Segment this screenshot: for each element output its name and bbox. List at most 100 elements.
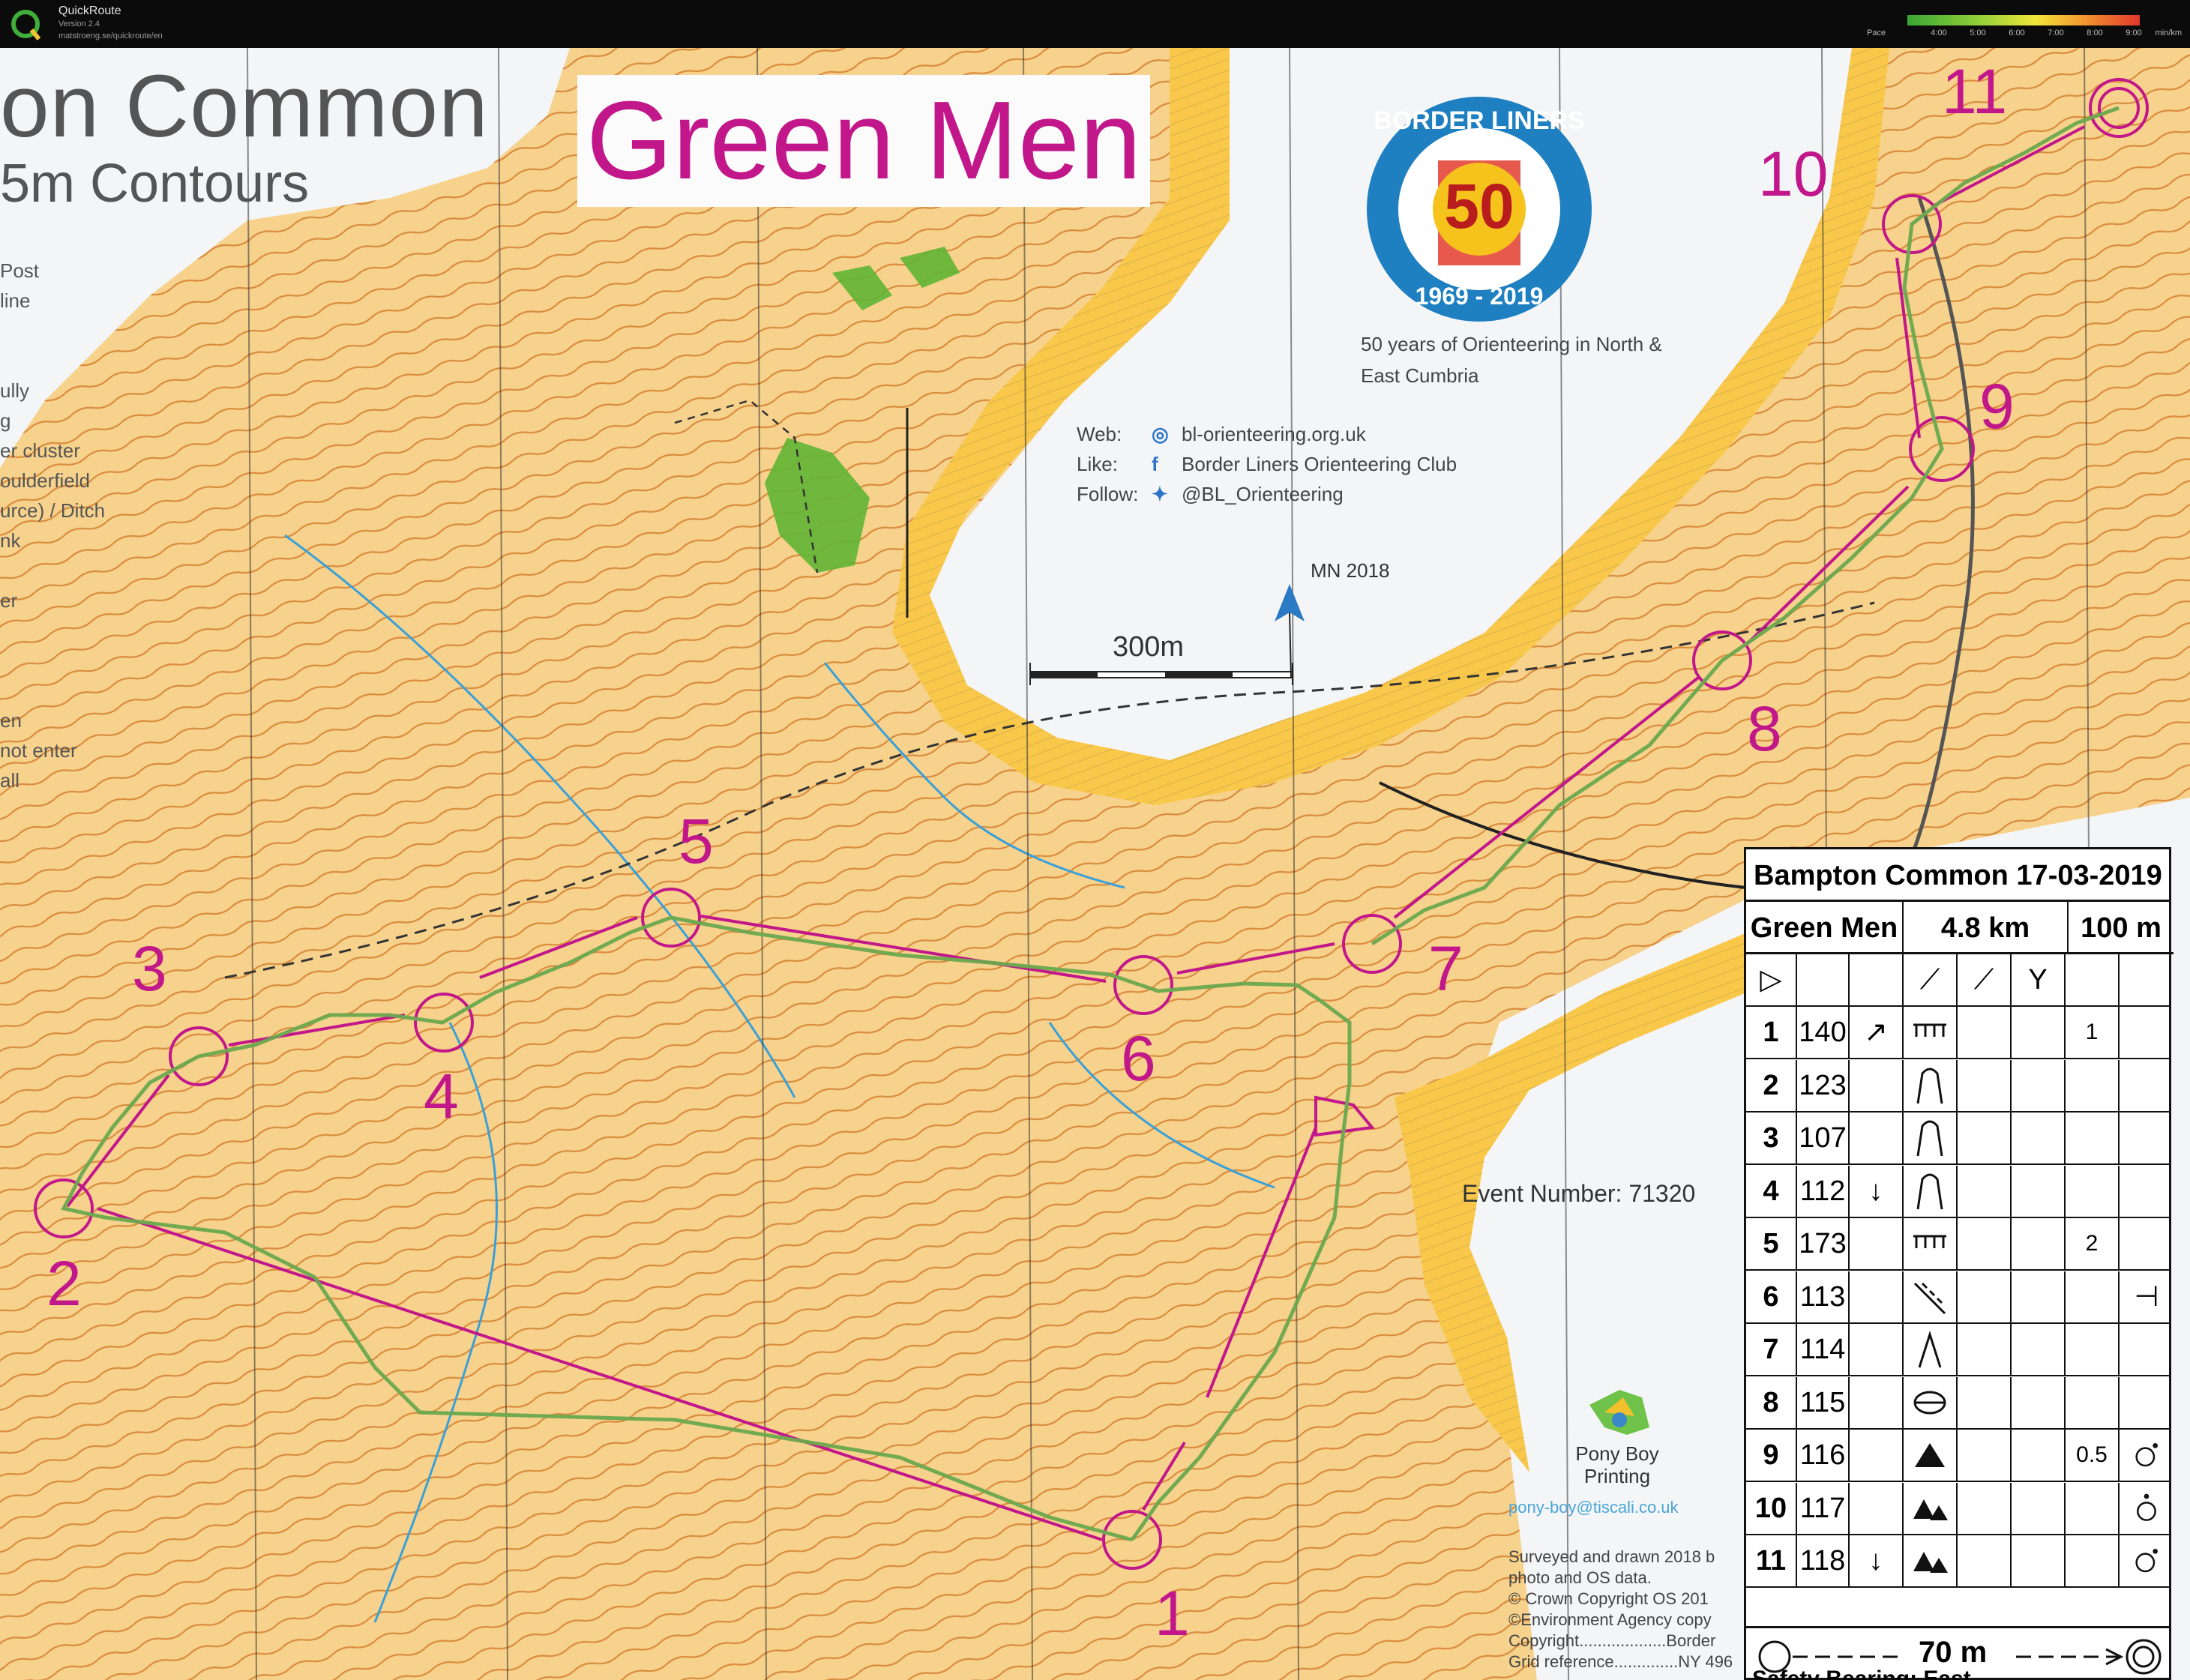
cc-other-info — [2120, 1166, 2174, 1217]
app-url: matstroeng.se/quickroute/en — [58, 31, 163, 40]
cc-start-line-icon: ⟋ — [1958, 954, 2012, 1005]
web-row-value: @BL_Orienteering — [1182, 483, 1344, 505]
cc-other-info — [2120, 1377, 2174, 1428]
cc-control-row: 8 115 — [1746, 1376, 2169, 1430]
pace-tick: 6:00 — [2009, 28, 2025, 37]
cc-c — [1850, 1218, 1904, 1269]
cc-empty-cell — [2012, 1007, 2066, 1058]
spur-icon — [1904, 1113, 1958, 1163]
control-number: 9 — [1979, 371, 2015, 442]
cc-code: 123 — [1797, 1059, 1850, 1111]
cc-start-line-icon: ⟋ — [1904, 954, 1958, 1005]
north-label: MN 2018 — [1311, 559, 1390, 582]
cc-n: 5 — [1746, 1218, 1797, 1269]
control-description-card: Bampton Common 17-03-2019 Green Men 4.8 … — [1744, 847, 2174, 1680]
cc-n: 6 — [1746, 1271, 1797, 1322]
pace-tick: 8:00 — [2087, 28, 2103, 37]
cc-control-row: 9 116 0.5 — [1746, 1430, 2169, 1482]
cc-control-row: 4 112 ↓ — [1746, 1165, 2169, 1218]
survey-line: Surveyed and drawn 2018 b — [1508, 1547, 1715, 1566]
cc-empty-cell — [1958, 1482, 2012, 1534]
printer-email: pony-boy@tiscali.co.uk — [1508, 1498, 1679, 1517]
legend-fragment: urce) / Ditch — [0, 499, 106, 522]
pace-gradient-bar — [1907, 15, 2140, 25]
cc-dim: 1 — [2066, 1007, 2120, 1058]
cc-empty-cell — [1958, 1218, 2012, 1269]
cc-empty-cell — [1958, 1324, 2012, 1375]
web-row: Web: ◎ bl-orienteering.org.uk — [1077, 423, 1366, 446]
cc-empty-cell — [2012, 1324, 2066, 1375]
pace-label: Pace — [1867, 28, 1886, 37]
control-number: 7 — [1428, 933, 1463, 1004]
twitter-icon: ✦ — [1152, 483, 1168, 505]
cc-control-row: 10 117 — [1746, 1482, 2169, 1535]
web-row-label: Like: — [1077, 453, 1118, 475]
cc-other-info — [2120, 1007, 2174, 1058]
cc-empty-cell — [1958, 1376, 2012, 1428]
control-number: 6 — [1121, 1023, 1156, 1094]
cc-code: 115 — [1797, 1376, 1850, 1428]
scale-label: 300m — [1113, 631, 1185, 663]
course-banner: Green Men — [577, 75, 1151, 207]
legend-fragment: all — [0, 769, 20, 792]
legend-fragment: er cluster — [0, 439, 80, 462]
cc-n: 11 — [1746, 1535, 1797, 1586]
cc-code: 140 — [1797, 1007, 1850, 1058]
web-row-label: Web: — [1077, 423, 1122, 445]
survey-line: Copyright...................Border — [1508, 1631, 1716, 1650]
pace-legend: Pace 4:00 5:00 6:00 7:00 8:00 9:00 min/k… — [1867, 12, 2182, 42]
cc-c — [1850, 1059, 1904, 1111]
cc-empty-cell — [2012, 1059, 2066, 1111]
map-viewport[interactable]: 50 BORDER LINERS 1969 - 2019 on Common 5… — [0, 48, 2190, 1680]
legend-fragment: line — [0, 289, 31, 312]
cc-n: 8 — [1746, 1376, 1797, 1428]
cc-empty-cell — [2012, 1113, 2066, 1163]
cc-empty-cell — [2012, 1482, 2066, 1534]
cc-c — [1850, 1376, 1904, 1428]
pace-unit: min/km — [2155, 28, 2182, 37]
pace-tick: 5:00 — [1970, 28, 1986, 37]
cc-c: ↓ — [1850, 1535, 1904, 1586]
cc-empty-cell — [2012, 1165, 2066, 1217]
cc-n: 9 — [1746, 1430, 1797, 1481]
survey-line: © Crown Copyright OS 201 — [1508, 1589, 1709, 1608]
cc-empty-cell — [2012, 1535, 2066, 1586]
club-tagline: 50 years of Orienteering in North & East… — [1361, 333, 1662, 387]
cc-code: 107 — [1797, 1113, 1850, 1163]
cc-dim: 0.5 — [2066, 1430, 2120, 1481]
cc-n: 1 — [1746, 1007, 1797, 1058]
web-row: Follow: ✦ @BL_Orienteering — [1077, 483, 1344, 506]
control-number: 4 — [424, 1061, 459, 1131]
control-number: 11 — [1942, 56, 2008, 127]
legend-fragment: ully — [0, 379, 30, 402]
legend-fragment: en — [0, 709, 22, 732]
terrace-icon — [1904, 1218, 1958, 1269]
facebook-icon: f — [1152, 453, 1158, 475]
cc-c — [1850, 1271, 1904, 1322]
map-subtitle: 5m Contours — [0, 154, 310, 214]
cc-dim — [2066, 1535, 2120, 1586]
cc-event-title: Bampton Common 17-03-2019 — [1746, 849, 2169, 902]
cc-dim — [2066, 1482, 2120, 1534]
web-row: Like: f Border Liners Orienteering Club — [1077, 453, 1457, 476]
globe-icon: ◎ — [1152, 423, 1169, 445]
cc-empty-cell — [2012, 1271, 2066, 1322]
cc-code: 113 — [1797, 1271, 1850, 1322]
boulders-icon — [1904, 1535, 1958, 1586]
cc-c — [1850, 1324, 1904, 1375]
cc-code: 173 — [1797, 1218, 1850, 1269]
survey-line: Grid reference..............NY 496 — [1508, 1652, 1733, 1671]
boulder-icon — [1904, 1430, 1958, 1481]
legend-fragment: oulderfield — [0, 469, 90, 492]
web-row-value: bl-orienteering.org.uk — [1182, 423, 1366, 445]
legend-fragment: not enter — [0, 739, 77, 762]
cc-control-row: 3 107 — [1746, 1113, 2169, 1165]
web-row-label: Follow: — [1077, 483, 1139, 505]
cc-code: 114 — [1797, 1324, 1850, 1375]
boulders-icon — [1904, 1482, 1958, 1534]
survey-line: photo and OS data. — [1508, 1568, 1652, 1587]
reentrant-icon — [1904, 1324, 1958, 1375]
cc-code: 112 — [1797, 1165, 1850, 1217]
pace-tick: 9:00 — [2126, 28, 2142, 37]
app-name: QuickRoute — [58, 4, 121, 17]
